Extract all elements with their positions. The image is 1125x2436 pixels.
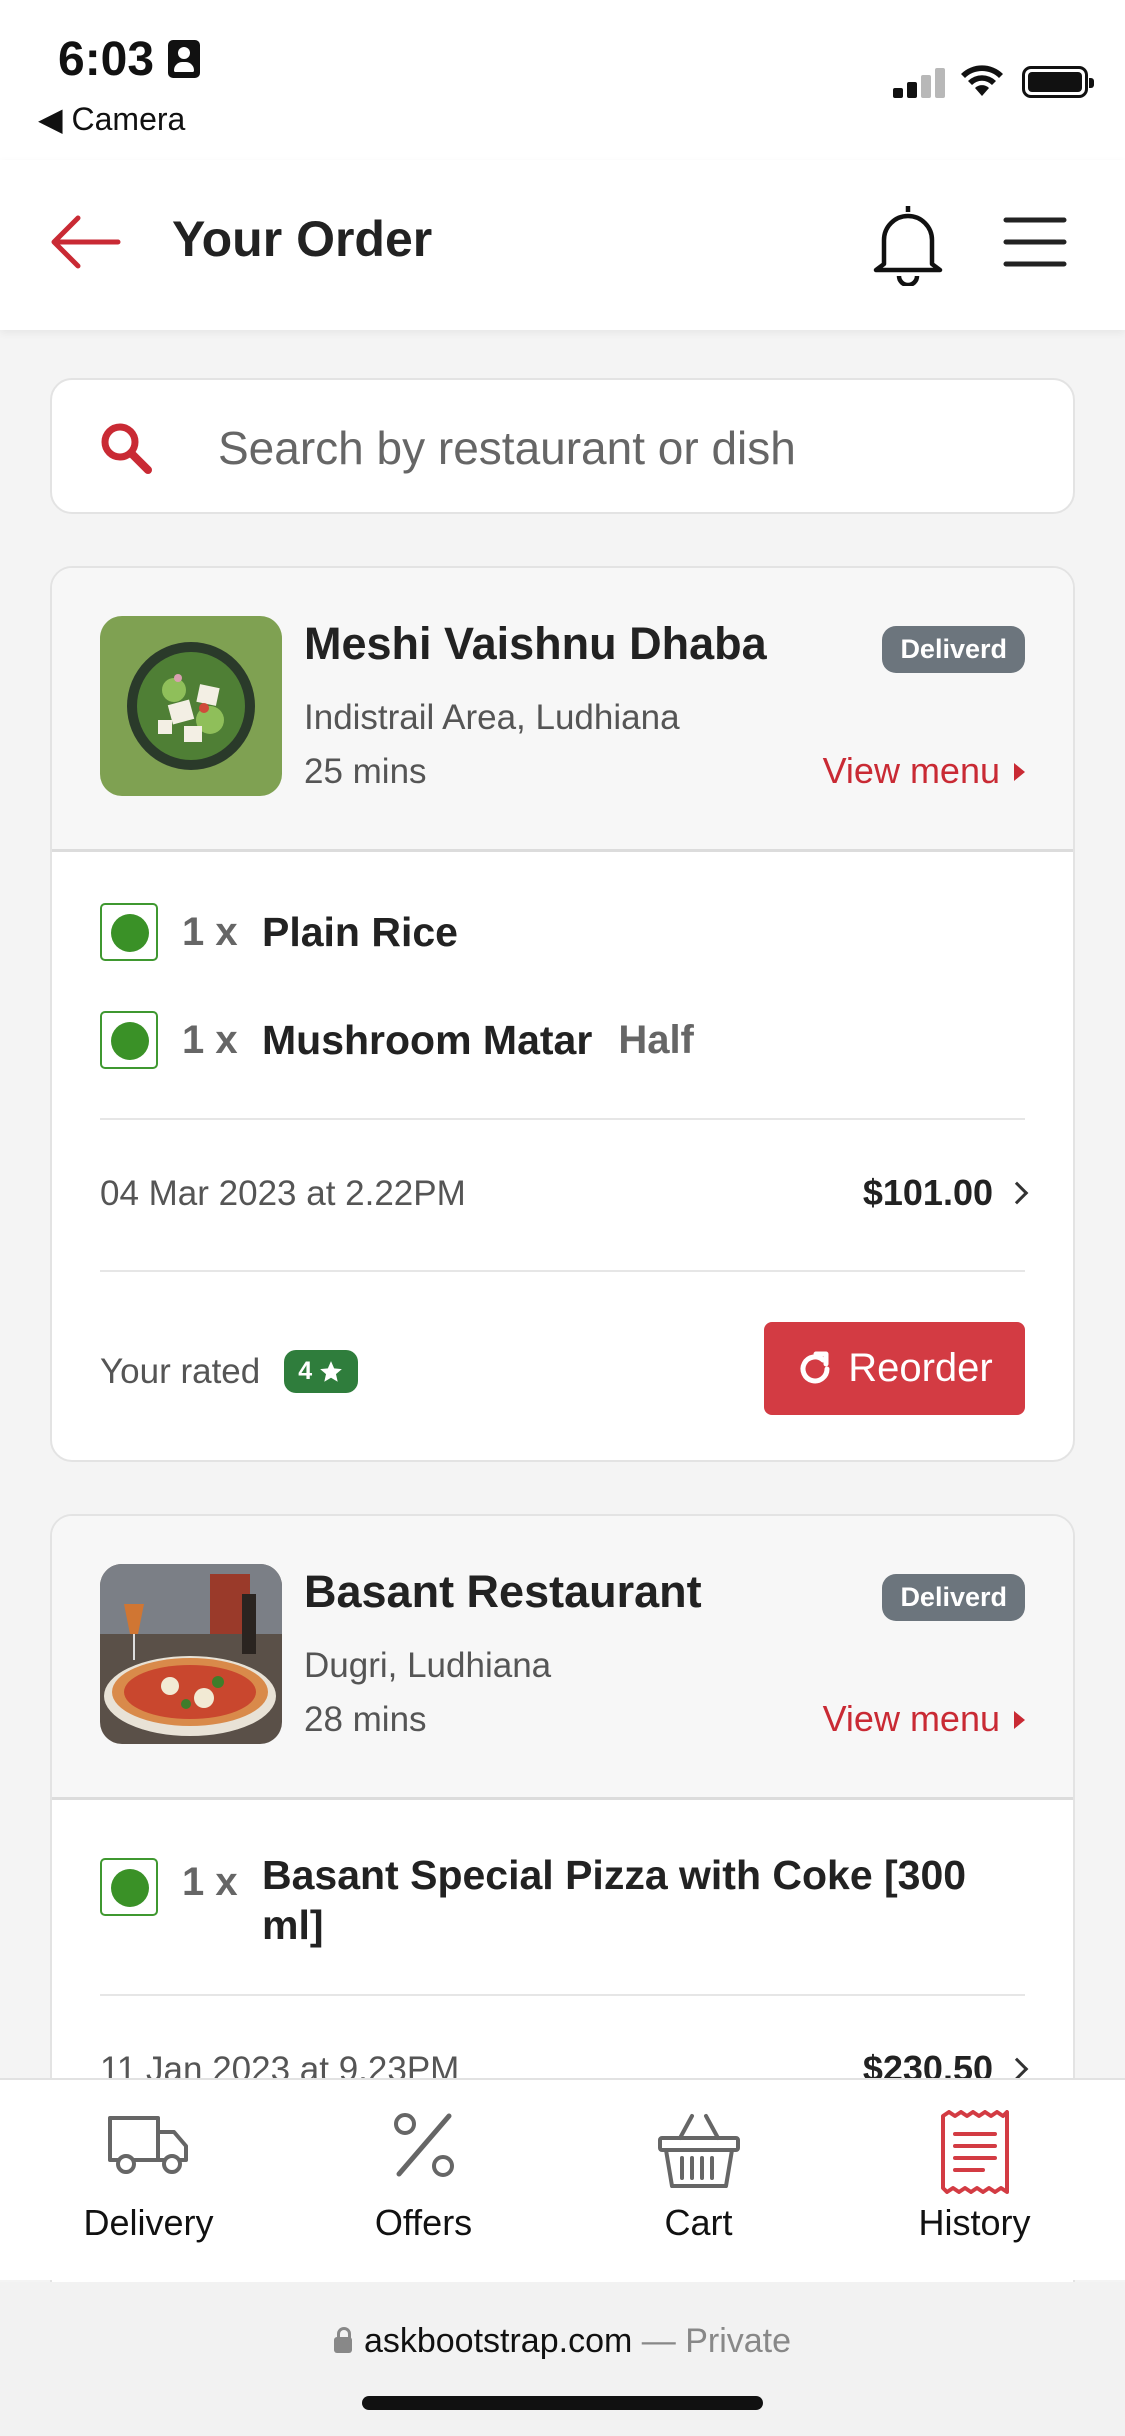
restaurant-location: Dugri, Ludhiana [304, 1646, 552, 1685]
status-time: 6:03 [58, 33, 155, 86]
nav-item-offers[interactable]: Offers [283, 2080, 564, 2280]
view-menu-label: View menu [822, 750, 1000, 791]
nav-item-history[interactable]: History [834, 2080, 1115, 2280]
order-total-link[interactable]: $101.00 [862, 1172, 1029, 1214]
item-name: Basant Special Pizza with Coke [300 ml] [262, 1852, 967, 1948]
restaurant-name: Meshi Vaishnu Dhaba [304, 618, 767, 669]
veg-indicator-icon [100, 1858, 158, 1916]
contact-card-icon [168, 40, 200, 78]
restaurant-name: Basant Restaurant [304, 1566, 702, 1617]
rating-row: Your rated 4 [100, 1350, 359, 1393]
home-indicator[interactable] [362, 2396, 763, 2410]
view-menu-label: View menu [822, 1698, 1000, 1739]
order-card-header: Basant Restaurant Dugri, Ludhiana 28 min… [52, 1516, 1073, 1800]
divider [100, 1270, 1025, 1272]
nav-label: Delivery [83, 2202, 214, 2243]
app-header: Your Order [0, 160, 1125, 330]
caret-right-icon [1014, 1711, 1025, 1729]
cellular-signal-icon [893, 68, 947, 98]
star-icon [320, 1360, 342, 1382]
wifi-icon [961, 65, 1003, 96]
url-display: askbootstrap.com — Private [0, 2322, 1125, 2361]
percent-icon [393, 2113, 454, 2177]
search-icon [101, 423, 152, 474]
order-item: 1 x Plain Rice [100, 902, 458, 962]
restaurant-location: Indistrail Area, Ludhiana [304, 698, 680, 737]
truck-icon [107, 2116, 188, 2174]
nav-label: Cart [664, 2202, 733, 2243]
status-bar: 6:03 ◀ Camera [0, 0, 1125, 160]
chevron-right-icon [1005, 1181, 1029, 1205]
divider [100, 1994, 1025, 1996]
url-domain: askbootstrap.com [363, 2322, 633, 2360]
battery-icon [1022, 66, 1094, 98]
nav-item-delivery[interactable]: Delivery [8, 2080, 289, 2280]
item-quantity: 1 x [182, 1860, 238, 1904]
order-card-header: Meshi Vaishnu Dhaba Indistrail Area, Lud… [52, 568, 1073, 852]
private-label: — Private [641, 2322, 792, 2360]
item-variant: Half [618, 1017, 694, 1062]
search-bar [50, 378, 1075, 514]
chevron-right-icon [1005, 2057, 1029, 2081]
veg-indicator-icon [100, 903, 158, 961]
order-item: 1 x Basant Special Pizza with Coke [300 … [100, 1850, 1030, 1950]
item-name: Mushroom Matar [262, 1016, 593, 1063]
hamburger-menu-icon[interactable] [1000, 210, 1070, 274]
lock-icon [333, 2327, 352, 2353]
basket-icon [657, 2114, 740, 2188]
rating-badge: 4 [284, 1350, 359, 1393]
view-menu-link[interactable]: View menu [823, 750, 1025, 792]
order-card: Meshi Vaishnu Dhaba Indistrail Area, Lud… [50, 566, 1075, 1462]
item-quantity: 1 x [182, 909, 238, 954]
nav-label: History [918, 2202, 1031, 2243]
order-item: 1 x Mushroom Matar Half [100, 1010, 694, 1070]
nav-item-cart[interactable]: Cart [558, 2080, 839, 2280]
delivery-time: 28 mins [304, 1700, 427, 1739]
item-quantity: 1 x [182, 1017, 238, 1062]
view-menu-link[interactable]: View menu [823, 1698, 1025, 1740]
nav-label: Offers [374, 2202, 473, 2243]
rated-label: Your rated [100, 1351, 261, 1391]
search-input[interactable] [218, 410, 1038, 486]
page-title: Your Order [172, 211, 433, 267]
order-total: $101.00 [862, 1172, 993, 1213]
rating-value: 4 [298, 1357, 313, 1385]
notification-bell-icon[interactable] [868, 200, 948, 286]
caret-right-icon [1014, 763, 1025, 781]
status-badge: Deliverd [882, 626, 1025, 673]
item-name: Plain Rice [262, 908, 458, 955]
restaurant-thumbnail [100, 1564, 282, 1744]
status-badge: Deliverd [882, 1574, 1025, 1621]
reorder-button[interactable]: Reorder [764, 1322, 1025, 1415]
back-to-camera-link[interactable]: ◀ Camera [38, 100, 185, 138]
divider [100, 1118, 1025, 1120]
veg-indicator-icon [100, 1011, 158, 1069]
back-arrow-icon[interactable] [48, 210, 122, 274]
receipt-icon [940, 2110, 1009, 2194]
browser-url-bar[interactable]: askbootstrap.com — Private [0, 2282, 1125, 2436]
bottom-navigation: Delivery Offers Cart History [0, 2078, 1125, 2280]
redo-icon [800, 1351, 830, 1383]
restaurant-thumbnail [100, 616, 282, 796]
reorder-label: Reorder [848, 1346, 993, 1390]
delivery-time: 25 mins [304, 752, 427, 791]
order-date: 04 Mar 2023 at 2.22PM [100, 1174, 466, 1213]
